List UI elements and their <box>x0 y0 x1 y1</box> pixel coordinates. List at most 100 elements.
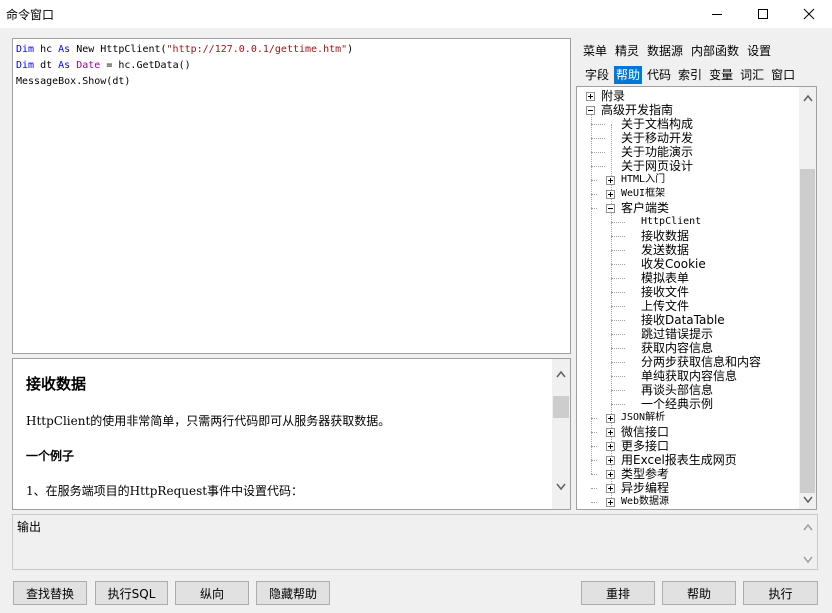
tree-item[interactable]: 获取内容信息 <box>641 341 713 355</box>
vertical-button[interactable]: 纵向 <box>175 581 249 605</box>
tree-item[interactable]: 一个经典示例 <box>641 397 713 411</box>
help-button[interactable]: 帮助 <box>662 581 736 605</box>
help-tree[interactable]: 附录 高级开发指南 关于文档构成 关于移动开发 关于功能演示 关于网页设计 HTML入门 We… <box>576 86 817 510</box>
help-paragraph: 1、在服务端项目的HttpRequest事件中设置代码： <box>26 484 304 498</box>
help-scroll-thumb[interactable] <box>553 396 569 418</box>
expand-icon[interactable] <box>606 498 615 507</box>
tree-item[interactable]: Web数据源 <box>621 495 669 509</box>
expand-icon[interactable] <box>606 414 615 423</box>
maximize-icon <box>758 9 768 19</box>
scroll-up-icon[interactable] <box>799 518 817 535</box>
minimize-button[interactable] <box>694 0 740 28</box>
tree-connector <box>611 222 625 223</box>
tree-item[interactable]: 高级开发指南 <box>601 103 673 117</box>
tree-item[interactable]: 接收DataTable <box>641 313 725 327</box>
help-scrollbar[interactable] <box>552 359 570 509</box>
tab-item[interactable]: 代码 <box>645 66 673 84</box>
expand-icon[interactable] <box>586 92 595 101</box>
menu-item[interactable]: 设置 <box>747 42 771 59</box>
tree-connector <box>591 460 597 461</box>
menu-item[interactable]: 精灵 <box>615 42 639 59</box>
help-pane[interactable]: 接收数据 HttpClient的使用非常简单，只需两行代码即可从服务器获取数据。… <box>12 358 571 510</box>
code-token: New HttpClient( <box>70 44 167 55</box>
tree-item[interactable]: 分两步获取信息和内容 <box>641 355 761 369</box>
close-button[interactable] <box>786 0 832 28</box>
execute-button[interactable]: 执行 <box>743 581 818 605</box>
tree-connector <box>591 418 597 419</box>
tab-item[interactable]: 字段 <box>583 66 611 84</box>
scroll-up-icon[interactable] <box>799 89 816 106</box>
tree-item[interactable]: 附录 <box>601 89 625 103</box>
expand-icon[interactable] <box>606 456 615 465</box>
tree-item[interactable]: 更多接口 <box>621 439 669 453</box>
tree-item[interactable]: 再谈头部信息 <box>641 383 713 397</box>
code-token: hc <box>34 44 59 55</box>
tree-item[interactable]: 关于文档构成 <box>621 117 693 131</box>
expand-icon[interactable] <box>606 470 615 479</box>
code-token: Dim <box>16 44 35 55</box>
expand-icon[interactable] <box>606 442 615 451</box>
tree-item[interactable]: 类型参考 <box>621 467 669 481</box>
menu-item[interactable]: 菜单 <box>583 42 607 59</box>
tab-item[interactable]: 变量 <box>707 66 735 84</box>
tree-item[interactable]: 客户端类 <box>621 201 669 215</box>
tree-item[interactable]: 微信接口 <box>621 425 669 439</box>
code-editor[interactable]: Dim hc As New HttpClient("http://127.0.0… <box>12 38 571 354</box>
scroll-down-icon[interactable] <box>552 478 570 495</box>
expand-icon[interactable] <box>606 190 615 199</box>
output-scrollbar[interactable] <box>799 515 817 569</box>
tree-item[interactable]: 关于移动开发 <box>621 131 693 145</box>
scroll-up-icon[interactable] <box>552 365 570 382</box>
tree-connector <box>611 362 625 363</box>
tab-item[interactable]: 窗口 <box>769 66 797 84</box>
menu-row-tabs: 字段 帮助 代码 索引 变量 词汇 窗口 <box>583 66 800 84</box>
tree-item[interactable]: HttpClient <box>641 215 701 229</box>
rearrange-button[interactable]: 重排 <box>581 581 655 605</box>
tree-item[interactable]: 跳过错误提示 <box>641 327 713 341</box>
expand-icon[interactable] <box>606 484 615 493</box>
scroll-down-icon[interactable] <box>799 551 817 568</box>
tab-item[interactable]: 索引 <box>676 66 704 84</box>
tree-connector <box>591 124 605 125</box>
hide-help-button[interactable]: 隐藏帮助 <box>256 581 330 605</box>
tree-item[interactable]: 发送数据 <box>641 243 689 257</box>
menu-item[interactable]: 内部函数 <box>691 42 739 59</box>
tab-item[interactable]: 词汇 <box>738 66 766 84</box>
tree-scrollbar[interactable] <box>799 87 816 509</box>
tree-connector <box>591 180 597 181</box>
tree-scroll-thumb[interactable] <box>800 169 815 493</box>
tree-item[interactable]: 收发Cookie <box>641 257 706 271</box>
code-token: As <box>58 60 71 71</box>
tree-item[interactable]: 异步编程 <box>621 481 669 495</box>
tree-item[interactable]: HTML入门 <box>621 173 665 187</box>
find-replace-button[interactable]: 查找替换 <box>13 581 87 605</box>
tree-connector <box>611 376 625 377</box>
exec-sql-button[interactable]: 执行SQL <box>95 581 168 605</box>
tree-item[interactable]: 接收文件 <box>641 285 689 299</box>
tree-item[interactable]: 接收数据 <box>641 229 689 243</box>
tree-connector <box>611 250 625 251</box>
tree-item[interactable]: 模拟表单 <box>641 271 689 285</box>
maximize-button[interactable] <box>740 0 786 28</box>
code-token: As <box>58 44 71 55</box>
tree-item[interactable]: 单纯获取内容信息 <box>641 369 737 383</box>
help-subheading: 一个例子 <box>26 449 75 463</box>
tree-connector <box>611 404 625 405</box>
tree-item[interactable]: 上传文件 <box>641 299 689 313</box>
scroll-down-icon[interactable] <box>799 491 816 508</box>
tab-item[interactable]: 帮助 <box>614 66 643 84</box>
code-line: Dim hc As New HttpClient("http://127.0.0… <box>16 42 567 58</box>
output-pane[interactable]: 输出 <box>12 514 818 570</box>
menu-item[interactable]: 数据源 <box>647 42 683 59</box>
tree-item[interactable]: 关于功能演示 <box>621 145 693 159</box>
tree-item[interactable]: WeUI框架 <box>621 187 665 201</box>
collapse-icon[interactable] <box>586 106 595 115</box>
tree-item[interactable]: JSON解析 <box>621 411 665 425</box>
help-content: 接收数据 HttpClient的使用非常简单，只需两行代码即可从服务器获取数据。… <box>26 373 546 509</box>
collapse-icon[interactable] <box>606 204 615 213</box>
expand-icon[interactable] <box>606 176 615 185</box>
menu-row-top: 菜单 精灵 数据源 内部函数 设置 <box>583 42 771 59</box>
tree-item[interactable]: 关于网页设计 <box>621 159 693 173</box>
expand-icon[interactable] <box>606 428 615 437</box>
tree-item[interactable]: 用Excel报表生成网页 <box>621 453 737 467</box>
